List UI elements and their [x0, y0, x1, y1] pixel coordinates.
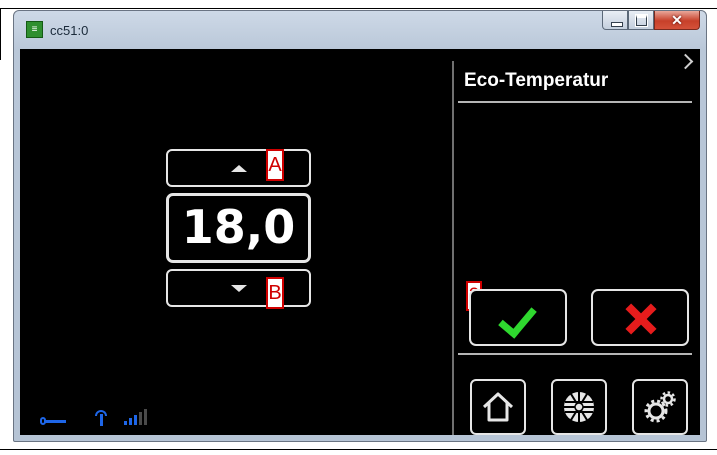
minimize-icon — [603, 11, 627, 29]
window-controls: ✕ — [602, 11, 700, 31]
maximize-icon — [629, 11, 653, 29]
gears-icon — [644, 391, 676, 423]
temperature-value: 18,0 — [166, 193, 311, 263]
app-icon: ≡ — [26, 21, 43, 38]
title-bar[interactable]: ≡ cc51:0 ✕ — [14, 11, 706, 49]
signal-bar — [129, 418, 132, 425]
x-icon — [623, 303, 657, 333]
panel-divider — [452, 61, 454, 435]
signal-bar — [134, 415, 137, 425]
page-border-top — [0, 8, 717, 9]
triangle-up-icon — [231, 165, 247, 172]
title-separator — [458, 101, 692, 103]
close-icon: ✕ — [671, 12, 683, 28]
increase-temperature-button[interactable] — [166, 149, 311, 187]
fan-icon — [564, 392, 594, 422]
checkmark-icon — [498, 298, 537, 339]
close-button[interactable]: ✕ — [654, 11, 700, 30]
signal-bar — [144, 409, 147, 425]
annotation-label-b: B — [266, 277, 284, 309]
page-border-bottom — [0, 449, 717, 450]
page-border-left — [0, 8, 1, 60]
confirm-button[interactable] — [469, 289, 567, 346]
panel-title: Eco-Temperatur — [464, 70, 609, 91]
window-title: cc51:0 — [50, 23, 89, 38]
decrease-temperature-button[interactable] — [166, 269, 311, 307]
annotation-label-a: A — [266, 149, 284, 181]
signal-bar — [139, 412, 142, 425]
settings-button[interactable] — [632, 379, 688, 435]
home-icon — [482, 392, 514, 422]
cancel-button[interactable] — [591, 289, 689, 346]
thermostat-screen: 18,0 A B Eco-Temperatur 2 — [20, 49, 700, 435]
maximize-button[interactable] — [628, 11, 654, 30]
antenna-icon — [95, 410, 107, 426]
chevron-right-icon[interactable] — [677, 53, 694, 70]
home-button[interactable] — [470, 379, 526, 435]
signal-bar — [124, 421, 127, 425]
fan-button[interactable] — [551, 379, 607, 435]
minimize-button[interactable] — [602, 11, 628, 30]
wrench-icon — [40, 417, 68, 425]
app-window: ≡ cc51:0 ✕ 18,0 A B Eco-Temperatur — [13, 10, 707, 442]
nav-separator — [458, 353, 692, 355]
triangle-down-icon — [231, 285, 247, 292]
signal-strength-icon — [124, 407, 147, 425]
